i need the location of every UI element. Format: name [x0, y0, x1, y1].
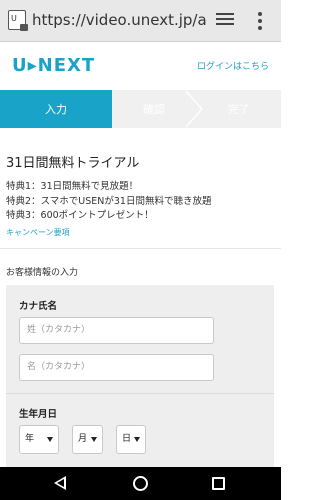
site-icon-letter: U	[11, 14, 17, 23]
kana-name-label: カナ氏名	[19, 301, 58, 312]
campaign-terms-link[interactable]: キャンペーン要項	[6, 227, 70, 238]
birth-day-value: 日	[122, 434, 132, 444]
birth-year-value: 年	[25, 434, 35, 444]
dropdown-arrow-icon	[134, 437, 140, 442]
step-active-arrow	[95, 90, 112, 128]
tabs-icon[interactable]	[216, 13, 234, 29]
dropdown-arrow-icon	[91, 437, 97, 442]
progress-steps: 確認 完了 入力	[0, 90, 281, 128]
nav-home-icon[interactable]	[133, 476, 148, 491]
benefit-item: 特典3：600ポイントプレゼント！	[6, 210, 154, 221]
site-header: U▸NEXT ログインはこちら	[0, 42, 281, 90]
overflow-menu-icon[interactable]	[258, 12, 264, 30]
address-bar[interactable]: https://video.unext.jp/acc	[32, 11, 207, 29]
site-info-icon[interactable]: U	[8, 10, 28, 31]
step-complete: 完了	[227, 103, 250, 116]
system-navigation-bar	[0, 467, 281, 500]
dropdown-arrow-icon	[47, 437, 53, 442]
customer-info-title: お客様情報の入力	[6, 268, 79, 278]
benefit-item: 特典1：31日間無料で見放題！	[6, 181, 139, 192]
nav-back-icon-inner	[57, 479, 64, 487]
first-name-kana-input[interactable]: 名（カタカナ）	[19, 354, 214, 381]
birth-year-select[interactable]: 年	[19, 425, 59, 454]
campaign-title: 31日間無料トライアル	[6, 156, 140, 171]
benefit-item: 特典2：スマホでUSENが31日間無料で聴き放題	[6, 196, 212, 207]
section-divider	[0, 248, 281, 249]
birth-month-value: 月	[78, 434, 88, 444]
date-of-birth-label: 生年月日	[19, 409, 58, 420]
nav-recent-apps-icon[interactable]	[212, 477, 225, 490]
birth-month-select[interactable]: 月	[72, 425, 103, 454]
lock-icon	[20, 24, 28, 31]
form-divider	[6, 393, 274, 394]
unext-logo[interactable]: U▸NEXT	[12, 55, 95, 76]
customer-info-form: カナ氏名 姓（カタカナ） 名（カタカナ） 生年月日 年 月 日	[6, 285, 274, 467]
login-link[interactable]: ログインはこちら	[197, 59, 269, 72]
last-name-kana-input[interactable]: 姓（カタカナ）	[19, 317, 214, 344]
browser-toolbar: U https://video.unext.jp/acc	[0, 0, 281, 42]
birth-day-select[interactable]: 日	[116, 425, 146, 454]
